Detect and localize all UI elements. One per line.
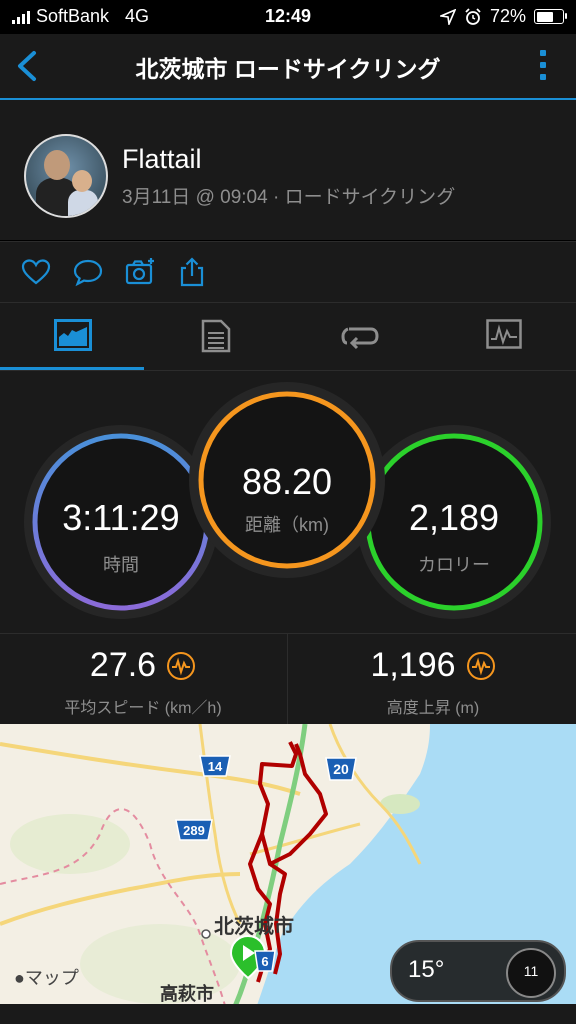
add-photo-icon[interactable] — [124, 256, 156, 288]
road-6-shield: 6 — [254, 950, 276, 972]
map-attribution: ●マップ — [14, 964, 79, 990]
apple-icon: ● — [14, 968, 25, 988]
road-14-shield: 14 — [199, 755, 231, 777]
elevation-stat[interactable]: 1,196 高度上昇 (m) — [290, 634, 576, 724]
back-button[interactable] — [10, 48, 46, 84]
tab-charts[interactable] — [432, 303, 576, 371]
road-6-label: 6 — [261, 954, 268, 969]
social-actions — [0, 241, 576, 302]
avatar[interactable] — [24, 134, 108, 218]
stats-list-icon — [201, 319, 231, 353]
location-icon — [439, 8, 456, 25]
overview-chart-icon — [54, 319, 92, 351]
weather-badge[interactable]: 15° 11 — [390, 940, 566, 1002]
pulse-badge-icon — [466, 651, 495, 680]
elevation-label: 高度上昇 (m) — [386, 700, 480, 717]
distance-ring[interactable]: 88.20 距離（km) — [188, 381, 386, 579]
wind-speed: 11 — [523, 963, 539, 979]
charts-icon — [486, 319, 522, 349]
user-name[interactable]: Flattail — [122, 144, 202, 175]
tab-stats[interactable] — [144, 303, 288, 371]
avg-speed-value: 27.6 — [89, 646, 157, 684]
temperature: 15° — [408, 956, 445, 983]
map-attribution-text: マップ — [24, 968, 79, 988]
status-bar: SoftBank 4G 12:49 72% — [0, 0, 576, 34]
road-20-shield: 20 — [325, 757, 357, 781]
alarm-icon — [465, 7, 481, 25]
more-options-button[interactable] — [536, 46, 550, 86]
navigation-bar: 北茨城市 ロードサイクリング — [0, 34, 576, 100]
distance-label: 距離（km) — [245, 515, 329, 535]
city-label: 北茨城市 — [214, 916, 294, 938]
activity-meta: 3月11日 @ 09:04 · ロードサイクリング — [122, 187, 456, 208]
avg-speed-stat[interactable]: 27.6 平均スピード (km／h) — [0, 634, 286, 724]
activity-header: Flattail 3月11日 @ 09:04 · ロードサイクリング — [0, 100, 576, 240]
page-title: 北茨城市 ロードサイクリング — [135, 56, 441, 82]
like-heart-icon[interactable] — [20, 256, 52, 288]
next-section-peek — [0, 1004, 576, 1024]
wind-dial-icon: 11 — [506, 948, 556, 998]
battery-icon — [534, 9, 567, 24]
road-289-shield: 289 — [175, 819, 213, 841]
avg-speed-label: 平均スピード (km／h) — [64, 700, 222, 717]
road-289-label: 289 — [183, 823, 205, 838]
activity-summary: 3:11:29 時間 2,189 カロリー 88.20 距離（km) — [0, 370, 576, 633]
road-20-label: 20 — [333, 761, 349, 777]
tab-overview[interactable] — [0, 303, 144, 371]
road-14-label: 14 — [208, 759, 223, 774]
comment-icon[interactable] — [72, 256, 104, 288]
activity-tabs — [0, 302, 576, 371]
city2-label: 高萩市 — [160, 984, 214, 1004]
laps-icon — [341, 327, 379, 350]
share-icon[interactable] — [176, 256, 208, 288]
stats-row: 27.6 平均スピード (km／h) 1,196 高度上昇 (m) — [0, 633, 576, 724]
status-right: 72% — [439, 6, 567, 27]
distance-value: 88.20 — [241, 461, 333, 502]
tab-laps[interactable] — [288, 303, 432, 371]
stats-divider — [287, 634, 288, 724]
pulse-badge-icon — [167, 651, 196, 680]
elevation-value: 1,196 — [370, 646, 456, 684]
battery-percent: 72% — [489, 6, 526, 26]
